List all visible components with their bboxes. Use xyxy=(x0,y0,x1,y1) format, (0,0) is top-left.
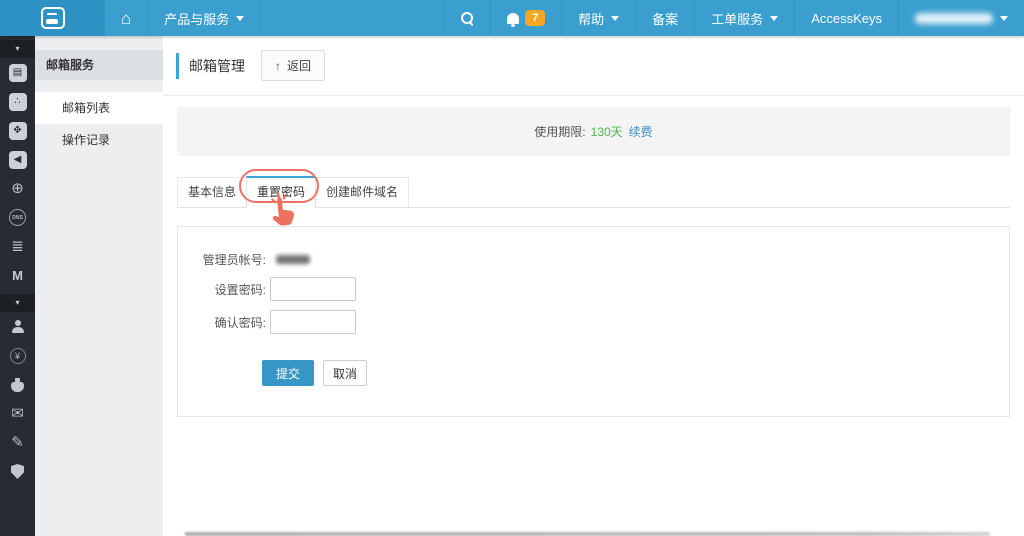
nav-products-label: 产品与服务 xyxy=(164,9,229,28)
account-name-redacted xyxy=(915,13,993,24)
billing-yen-icon: ¥ xyxy=(10,348,26,364)
rail-collapse-caret-bottom[interactable]: ▾ xyxy=(0,294,35,312)
chevron-down-icon: ▾ xyxy=(15,299,19,307)
nav-help-label: 帮助 xyxy=(578,9,604,28)
tab-reset-password[interactable]: 重置密码 xyxy=(246,176,316,208)
funds-bag-icon xyxy=(11,382,24,392)
top-navbar: ⌂ 产品与服务 7 帮助 备案 工单服务 xyxy=(0,0,1024,36)
cluster-icon: ∴ xyxy=(9,93,27,111)
chevron-down-icon xyxy=(1000,16,1008,21)
secondary-sidebar: 邮箱服务 邮箱列表 操作记录 xyxy=(35,36,163,536)
rail-item-funds[interactable] xyxy=(0,370,35,399)
sidebar-item-mailbox-list[interactable]: 邮箱列表 xyxy=(35,92,163,124)
tab-bar: 基本信息 重置密码 创建邮件域名 xyxy=(177,176,1010,208)
nav-accesskeys[interactable]: AccessKeys xyxy=(794,0,898,36)
nav-account-menu[interactable] xyxy=(898,0,1024,36)
page-header: 邮箱管理 ↑ 返回 xyxy=(163,36,1024,96)
nodes-icon: ✥ xyxy=(9,122,27,140)
rail-item-servers[interactable]: ≣ xyxy=(0,232,35,261)
admin-account-row: 管理员帐号: xyxy=(178,251,1009,268)
nav-accesskeys-label: AccessKeys xyxy=(811,11,882,26)
renew-link[interactable]: 续费 xyxy=(629,123,653,140)
rail-item-billing[interactable]: ¥ xyxy=(0,341,35,370)
nav-tickets-label: 工单服务 xyxy=(711,9,763,28)
nav-products-menu[interactable]: 产品与服务 xyxy=(148,0,261,36)
search-icon xyxy=(460,11,474,25)
network-globe-icon: ⊕ xyxy=(11,181,24,196)
window-bottom-edge xyxy=(185,532,990,536)
brand-logo[interactable] xyxy=(0,0,105,36)
server-stack-icon: ≣ xyxy=(11,239,24,254)
rail-item-instances[interactable]: ▤ xyxy=(0,58,35,87)
nav-tickets-menu[interactable]: 工单服务 xyxy=(694,0,794,36)
rail-item-dns[interactable]: DNS xyxy=(0,203,35,232)
chevron-down-icon xyxy=(611,16,619,21)
security-shield-icon xyxy=(11,464,24,479)
form-actions: 提交 取消 xyxy=(262,360,1009,386)
broadcast-icon: ◀ xyxy=(9,151,27,169)
rail-item-network[interactable]: ⊕ xyxy=(0,174,35,203)
tab-create-mail-domain[interactable]: 创建邮件域名 xyxy=(315,177,409,207)
nav-home[interactable]: ⌂ xyxy=(105,0,148,36)
icon-rail: ▾ ▤ ∴ ✥ ◀ ⊕ DNS ≣ M ▾ ¥ xyxy=(0,36,35,536)
home-icon: ⌂ xyxy=(121,10,131,27)
nav-beian[interactable]: 备案 xyxy=(635,0,694,36)
mail-icon: ✉ xyxy=(11,406,24,421)
rail-item-nodes[interactable]: ✥ xyxy=(0,116,35,145)
confirm-password-row: 确认密码: xyxy=(178,310,1009,334)
rail-item-security[interactable] xyxy=(0,457,35,486)
user-icon xyxy=(11,320,25,333)
reset-password-form: 管理员帐号: 设置密码: 确认密码: 提交 取消 xyxy=(177,226,1010,417)
title-accent-bar xyxy=(176,53,179,79)
chevron-down-icon: ▾ xyxy=(15,45,19,53)
rail-item-mail[interactable]: ✉ xyxy=(0,399,35,428)
navbar-left-group: ⌂ 产品与服务 xyxy=(0,0,261,36)
rail-item-monitoring[interactable]: M xyxy=(0,261,35,290)
confirm-password-input[interactable] xyxy=(270,310,356,334)
page-title: 邮箱管理 xyxy=(189,56,245,76)
usage-days-value: 130天 xyxy=(591,123,623,140)
usage-label: 使用期限: xyxy=(534,123,585,140)
arrow-up-icon: ↑ xyxy=(275,60,281,72)
chevron-down-icon xyxy=(770,16,778,21)
console-screen: ⌂ 产品与服务 7 帮助 备案 工单服务 xyxy=(0,0,1024,536)
notification-badge: 7 xyxy=(525,10,545,26)
rail-item-cluster[interactable]: ∴ xyxy=(0,87,35,116)
back-button[interactable]: ↑ 返回 xyxy=(261,50,325,81)
rail-item-broadcast[interactable]: ◀ xyxy=(0,145,35,174)
cloud-logo-icon xyxy=(41,7,65,29)
tab-basic-info[interactable]: 基本信息 xyxy=(177,177,247,207)
instance-list-icon: ▤ xyxy=(9,64,27,82)
admin-account-label: 管理员帐号: xyxy=(178,251,266,268)
edit-pencil-icon: ✎ xyxy=(11,435,24,450)
usage-banner: 使用期限: 130天 续费 xyxy=(177,107,1010,156)
rail-item-user[interactable] xyxy=(0,312,35,341)
set-password-input[interactable] xyxy=(270,277,356,301)
admin-account-redacted xyxy=(276,255,310,264)
rail-item-edit[interactable]: ✎ xyxy=(0,428,35,457)
submit-button[interactable]: 提交 xyxy=(262,360,314,386)
nav-beian-label: 备案 xyxy=(652,9,678,28)
navbar-right-group: 7 帮助 备案 工单服务 AccessKeys xyxy=(443,0,1024,36)
rail-collapse-caret-top[interactable]: ▾ xyxy=(0,40,35,58)
main-content: 邮箱管理 ↑ 返回 使用期限: 130天 续费 基本信息 重置密码 创建邮件域名… xyxy=(163,36,1024,536)
back-button-label: 返回 xyxy=(287,57,311,74)
confirm-password-label: 确认密码: xyxy=(178,314,266,331)
nav-search[interactable] xyxy=(443,0,490,36)
chevron-down-icon xyxy=(236,16,244,21)
nav-notifications[interactable]: 7 xyxy=(490,0,561,36)
monitoring-m-icon: M xyxy=(12,268,23,283)
set-password-label: 设置密码: xyxy=(178,281,266,298)
bell-icon xyxy=(507,13,519,24)
sidebar-item-operation-log[interactable]: 操作记录 xyxy=(35,124,163,156)
cancel-button[interactable]: 取消 xyxy=(323,360,367,386)
nav-help-menu[interactable]: 帮助 xyxy=(561,0,635,36)
dns-icon: DNS xyxy=(9,209,26,226)
sidebar-section-title: 邮箱服务 xyxy=(35,50,163,80)
set-password-row: 设置密码: xyxy=(178,277,1009,301)
